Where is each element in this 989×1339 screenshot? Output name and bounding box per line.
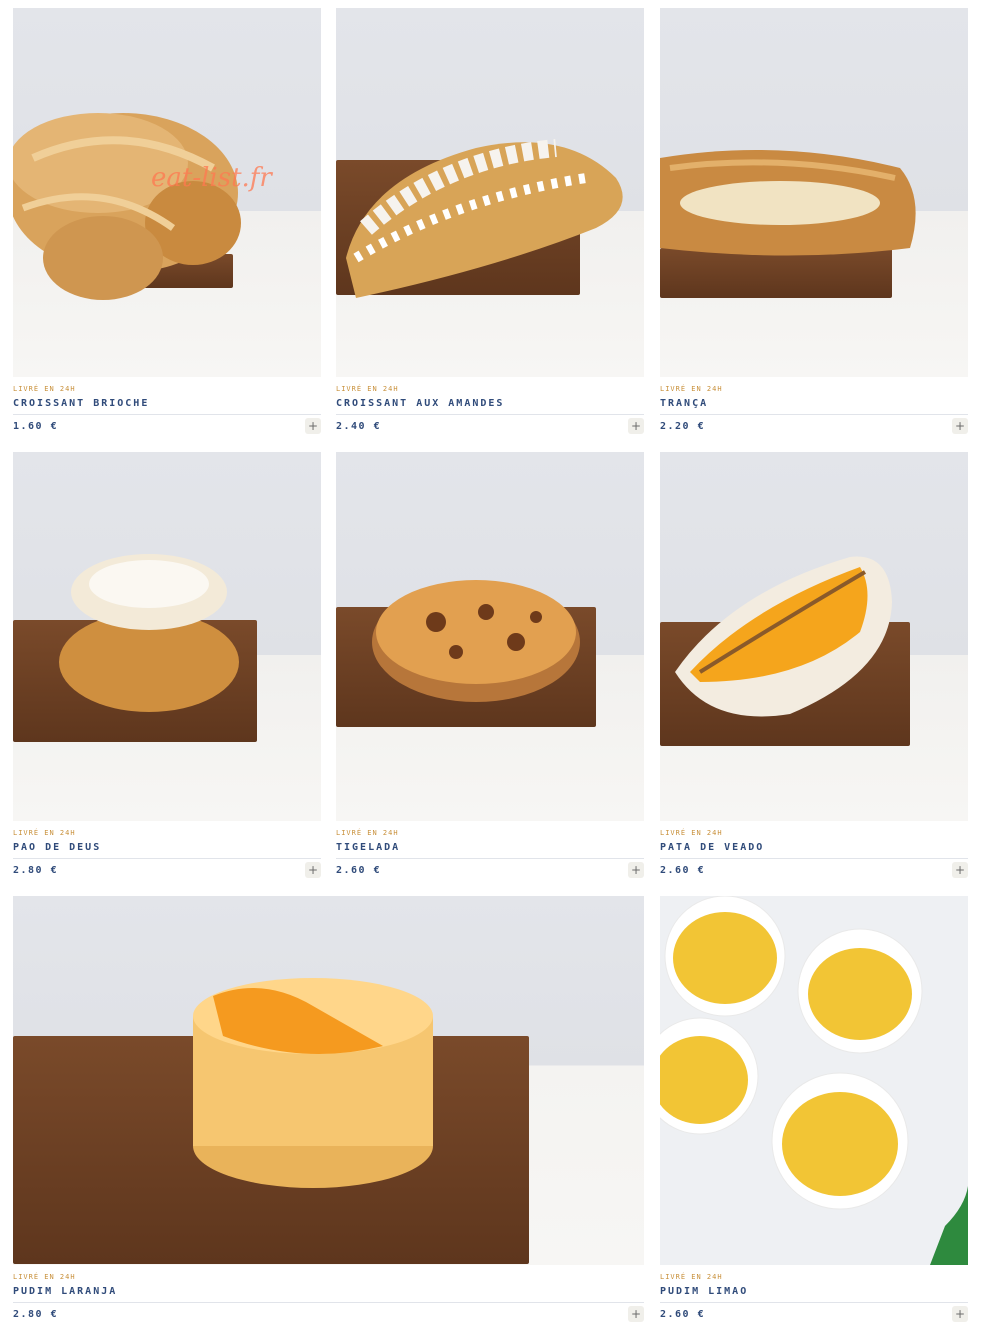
add-to-cart-button[interactable]: + (952, 862, 968, 878)
divider (660, 414, 968, 415)
divider (13, 858, 321, 859)
product-card[interactable]: LIVRÉ EN 24H PATA DE VEADO 2.60 € + (660, 452, 968, 891)
product-price: 2.40 € (336, 421, 382, 432)
product-name[interactable]: TIGELADA (336, 842, 400, 853)
product-photo[interactable] (660, 896, 968, 1265)
pudim-laranja-image (193, 978, 433, 1188)
product-price: 2.20 € (660, 421, 706, 432)
delivery-label: LIVRÉ EN 24H (660, 1273, 723, 1281)
divider (660, 858, 968, 859)
product-name[interactable]: PUDIM LIMAO (660, 1286, 748, 1297)
tranca-image (660, 150, 916, 256)
product-price: 2.60 € (660, 865, 706, 876)
product-photo[interactable] (13, 896, 644, 1265)
delivery-label: LIVRÉ EN 24H (13, 385, 76, 393)
product-photo[interactable] (336, 452, 644, 821)
add-to-cart-button[interactable]: + (628, 862, 644, 878)
product-card[interactable]: LIVRÉ EN 24H PUDIM LARANJA 2.80 € + (13, 896, 644, 1335)
pudim-limao-image (660, 896, 968, 1265)
product-card[interactable]: LIVRÉ EN 24H CROISSANT AUX AMANDES 2.40 … (336, 8, 644, 447)
product-card[interactable]: LIVRÉ EN 24H TRANÇA 2.20 € + (660, 8, 968, 447)
watermark-text: eat-list.fr (151, 163, 272, 193)
divider (13, 1302, 644, 1303)
product-name[interactable]: CROISSANT BRIOCHE (13, 398, 149, 409)
delivery-label: LIVRÉ EN 24H (660, 829, 723, 837)
product-price: 2.60 € (336, 865, 382, 876)
product-card[interactable]: LIVRÉ EN 24H PAO DE DEUS 2.80 € + (13, 452, 321, 891)
product-photo[interactable] (660, 452, 968, 821)
divider (660, 1302, 968, 1303)
product-name[interactable]: PATA DE VEADO (660, 842, 764, 853)
product-name[interactable]: CROISSANT AUX AMANDES (336, 398, 504, 409)
add-to-cart-button[interactable]: + (628, 1306, 644, 1322)
pao-de-deus-image (59, 554, 239, 712)
product-photo[interactable] (336, 8, 644, 377)
product-card[interactable]: LIVRÉ EN 24H PUDIM LIMAO 2.60 € + (660, 896, 968, 1335)
delivery-label: LIVRÉ EN 24H (13, 829, 76, 837)
product-photo[interactable] (660, 8, 968, 377)
product-photo[interactable] (13, 452, 321, 821)
product-name[interactable]: PUDIM LARANJA (13, 1286, 117, 1297)
product-photo[interactable]: eat-list.fr (13, 8, 321, 377)
product-name[interactable]: TRANÇA (660, 398, 708, 409)
add-to-cart-button[interactable]: + (952, 418, 968, 434)
add-to-cart-button[interactable]: + (305, 418, 321, 434)
pata-de-veado-image (675, 556, 892, 717)
add-to-cart-button[interactable]: + (305, 862, 321, 878)
divider (336, 858, 644, 859)
delivery-label: LIVRÉ EN 24H (660, 385, 723, 393)
divider (336, 414, 644, 415)
add-to-cart-button[interactable]: + (628, 418, 644, 434)
almond-croissant-image (346, 139, 623, 298)
product-name[interactable]: PAO DE DEUS (13, 842, 101, 853)
product-price: 1.60 € (13, 421, 59, 432)
divider (13, 414, 321, 415)
tigelada-image (372, 580, 580, 702)
delivery-label: LIVRÉ EN 24H (336, 385, 399, 393)
delivery-label: LIVRÉ EN 24H (13, 1273, 76, 1281)
delivery-label: LIVRÉ EN 24H (336, 829, 399, 837)
product-card[interactable]: LIVRÉ EN 24H TIGELADA 2.60 € + (336, 452, 644, 891)
product-price: 2.80 € (13, 1309, 59, 1320)
product-price: 2.80 € (13, 865, 59, 876)
add-to-cart-button[interactable]: + (952, 1306, 968, 1322)
product-price: 2.60 € (660, 1309, 706, 1320)
product-card[interactable]: eat-list.fr LIVRÉ EN 24H CROISSANT BRIOC… (13, 8, 321, 447)
